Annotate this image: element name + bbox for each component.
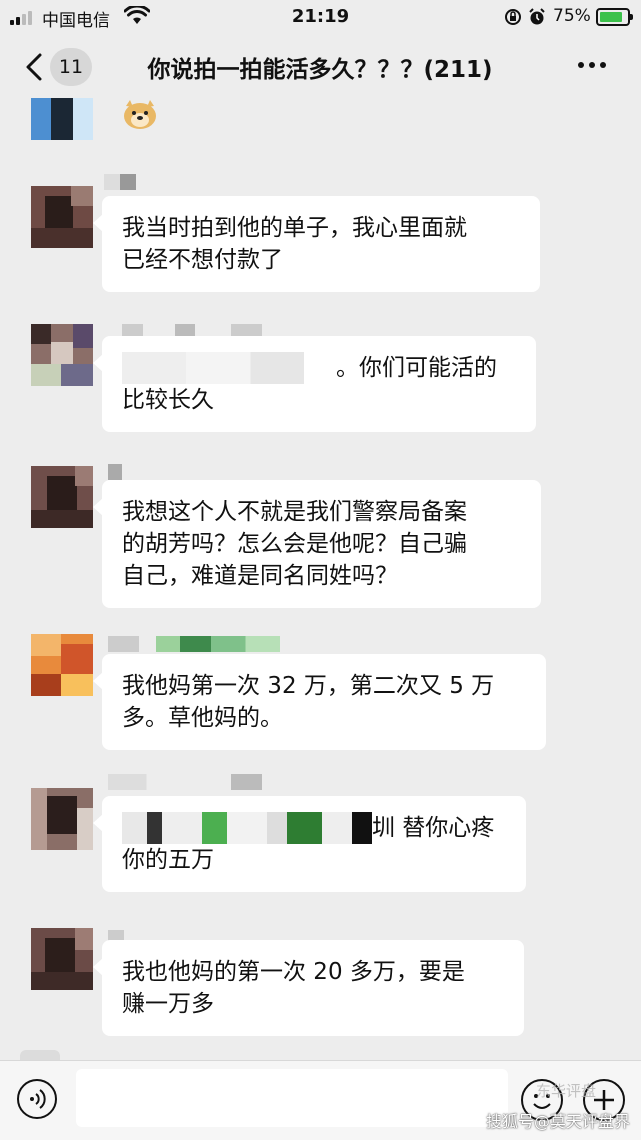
message-text-line: 赚一万多 xyxy=(122,991,214,1017)
message-item: 我他妈第一次 32 万，第二次又 5 万 多。草他妈的。 xyxy=(0,632,641,757)
sender-name-blurred xyxy=(108,636,280,652)
message-input[interactable] xyxy=(76,1069,508,1127)
message-bubble[interactable]: 我也他妈的第一次 20 多万，要是 赚一万多 xyxy=(93,940,524,1036)
message-item: 圳 替你心疼 你的五万 xyxy=(0,772,641,897)
alarm-icon xyxy=(529,8,545,25)
message-bubble[interactable]: 圳 替你心疼 你的五万 xyxy=(93,796,526,892)
message-text-line: 我他妈第一次 32 万，第二次又 5 万 xyxy=(122,673,495,699)
sender-name-blurred xyxy=(108,774,262,790)
message-text-line: 我当时拍到他的单子，我心里面就 xyxy=(122,215,467,241)
avatar[interactable] xyxy=(31,466,93,528)
message-bubble[interactable]: 我当时拍到他的单子，我心里面就 已经不想付款了 xyxy=(93,196,540,292)
more-options-icon[interactable] xyxy=(578,62,606,68)
message-text-line: 我想这个人不就是我们警察局备案 xyxy=(122,499,467,525)
watermark: 搜狐号@莫天评盘界 xyxy=(486,1112,631,1131)
message-text-line: 多。草他妈的。 xyxy=(122,705,283,731)
message-bubble[interactable]: 我他妈第一次 32 万，第二次又 5 万 多。草他妈的。 xyxy=(93,654,546,750)
doge-emoji-icon xyxy=(124,100,156,129)
avatar[interactable] xyxy=(31,634,93,696)
message-text-line: 。你们可能活的 xyxy=(336,355,497,381)
avatar[interactable] xyxy=(31,324,93,386)
redacted-text-block xyxy=(122,352,336,384)
message-item: 我当时拍到他的单子，我心里面就 已经不想付款了 xyxy=(0,170,641,295)
message-item: 我想这个人不就是我们警察局备案 的胡芳吗？怎么会是他呢？自己骗 自己，难道是同名… xyxy=(0,460,641,610)
message-bubble[interactable]: 。你们可能活的 比较长久 xyxy=(93,336,536,432)
battery-percentage: 75% xyxy=(553,6,591,26)
voice-input-button[interactable] xyxy=(17,1079,57,1119)
message-bubble[interactable]: 我想这个人不就是我们警察局备案 的胡芳吗？怎么会是他呢？自己骗 自己，难道是同名… xyxy=(93,480,541,608)
chat-title: 你说拍一拍能活多久？？？(211) xyxy=(147,57,493,83)
message-text-line: 你的五万 xyxy=(122,847,214,873)
message-item: 我也他妈的第一次 20 多万，要是 赚一万多 xyxy=(0,922,641,1047)
message-line-1: 。你们可能活的 xyxy=(122,352,516,384)
message-partial xyxy=(0,98,641,148)
message-line-1: 圳 替你心疼 xyxy=(122,812,506,844)
redacted-text-block xyxy=(122,812,372,844)
avatar[interactable] xyxy=(31,928,93,990)
message-text-line: 圳 替你心疼 xyxy=(372,815,495,841)
status-bar: 中国电信 21:19 75% xyxy=(0,0,641,36)
message-item: 。你们可能活的 比较长久 xyxy=(0,322,641,437)
avatar[interactable] xyxy=(31,186,93,248)
rotation-lock-icon xyxy=(505,9,521,25)
battery-icon xyxy=(596,8,633,26)
message-text-line: 自己，难道是同名同姓吗？ xyxy=(122,563,398,589)
message-text-line: 比较长久 xyxy=(122,387,214,413)
message-text-line: 的胡芳吗？怎么会是他呢？自己骗 xyxy=(122,531,467,557)
watermark-faded: 东华评盘 xyxy=(536,1082,597,1100)
nav-bar: 11 你说拍一拍能活多久？？？(211) xyxy=(0,36,641,98)
back-arrow-icon[interactable] xyxy=(22,52,46,82)
avatar-partial xyxy=(20,1050,60,1060)
message-text-line: 我也他妈的第一次 20 多万，要是 xyxy=(122,959,465,985)
avatar[interactable] xyxy=(31,98,93,140)
message-text-line: 已经不想付款了 xyxy=(122,247,283,273)
avatar[interactable] xyxy=(31,788,93,850)
sender-name-blurred xyxy=(104,174,136,190)
voice-icon xyxy=(30,1089,46,1109)
unread-count-badge[interactable]: 11 xyxy=(50,48,92,86)
sender-name-blurred xyxy=(108,464,122,480)
